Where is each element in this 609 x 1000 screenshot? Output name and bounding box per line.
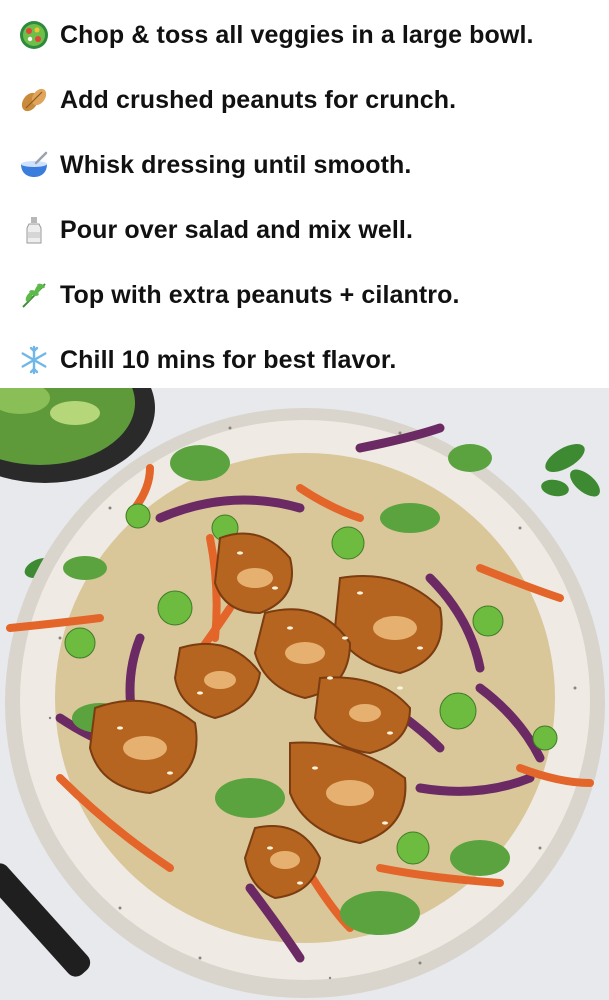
bowl-with-spoon-icon <box>18 149 50 181</box>
step-text: Chill 10 mins for best flavor. <box>60 345 397 374</box>
step-5: Top with extra peanuts + cilantro. <box>18 275 460 315</box>
step-2: Add crushed peanuts for crunch. <box>18 80 456 120</box>
recipe-steps: Chop & toss all veggies in a large bowl.… <box>0 0 609 388</box>
salad-icon <box>18 19 50 51</box>
herb-icon <box>18 279 50 311</box>
step-text: Pour over salad and mix well. <box>60 215 414 244</box>
step-4: Pour over salad and mix well. <box>18 210 413 250</box>
salad-bowl-illustration <box>0 388 609 1000</box>
step-text: Chop & toss all veggies in a large bowl. <box>60 20 534 49</box>
step-text: Add crushed peanuts for crunch. <box>60 85 457 114</box>
step-text: Top with extra peanuts + cilantro. <box>60 280 460 309</box>
step-1: Chop & toss all veggies in a large bowl. <box>18 15 534 55</box>
step-6: Chill 10 mins for best flavor. <box>18 340 396 380</box>
step-3: Whisk dressing until smooth. <box>18 145 411 185</box>
step-text: Whisk dressing until smooth. <box>60 150 412 179</box>
peanuts-icon <box>18 84 50 116</box>
snowflake-icon <box>18 344 50 376</box>
bottle-icon <box>18 214 50 246</box>
salad-photo <box>0 388 609 1000</box>
